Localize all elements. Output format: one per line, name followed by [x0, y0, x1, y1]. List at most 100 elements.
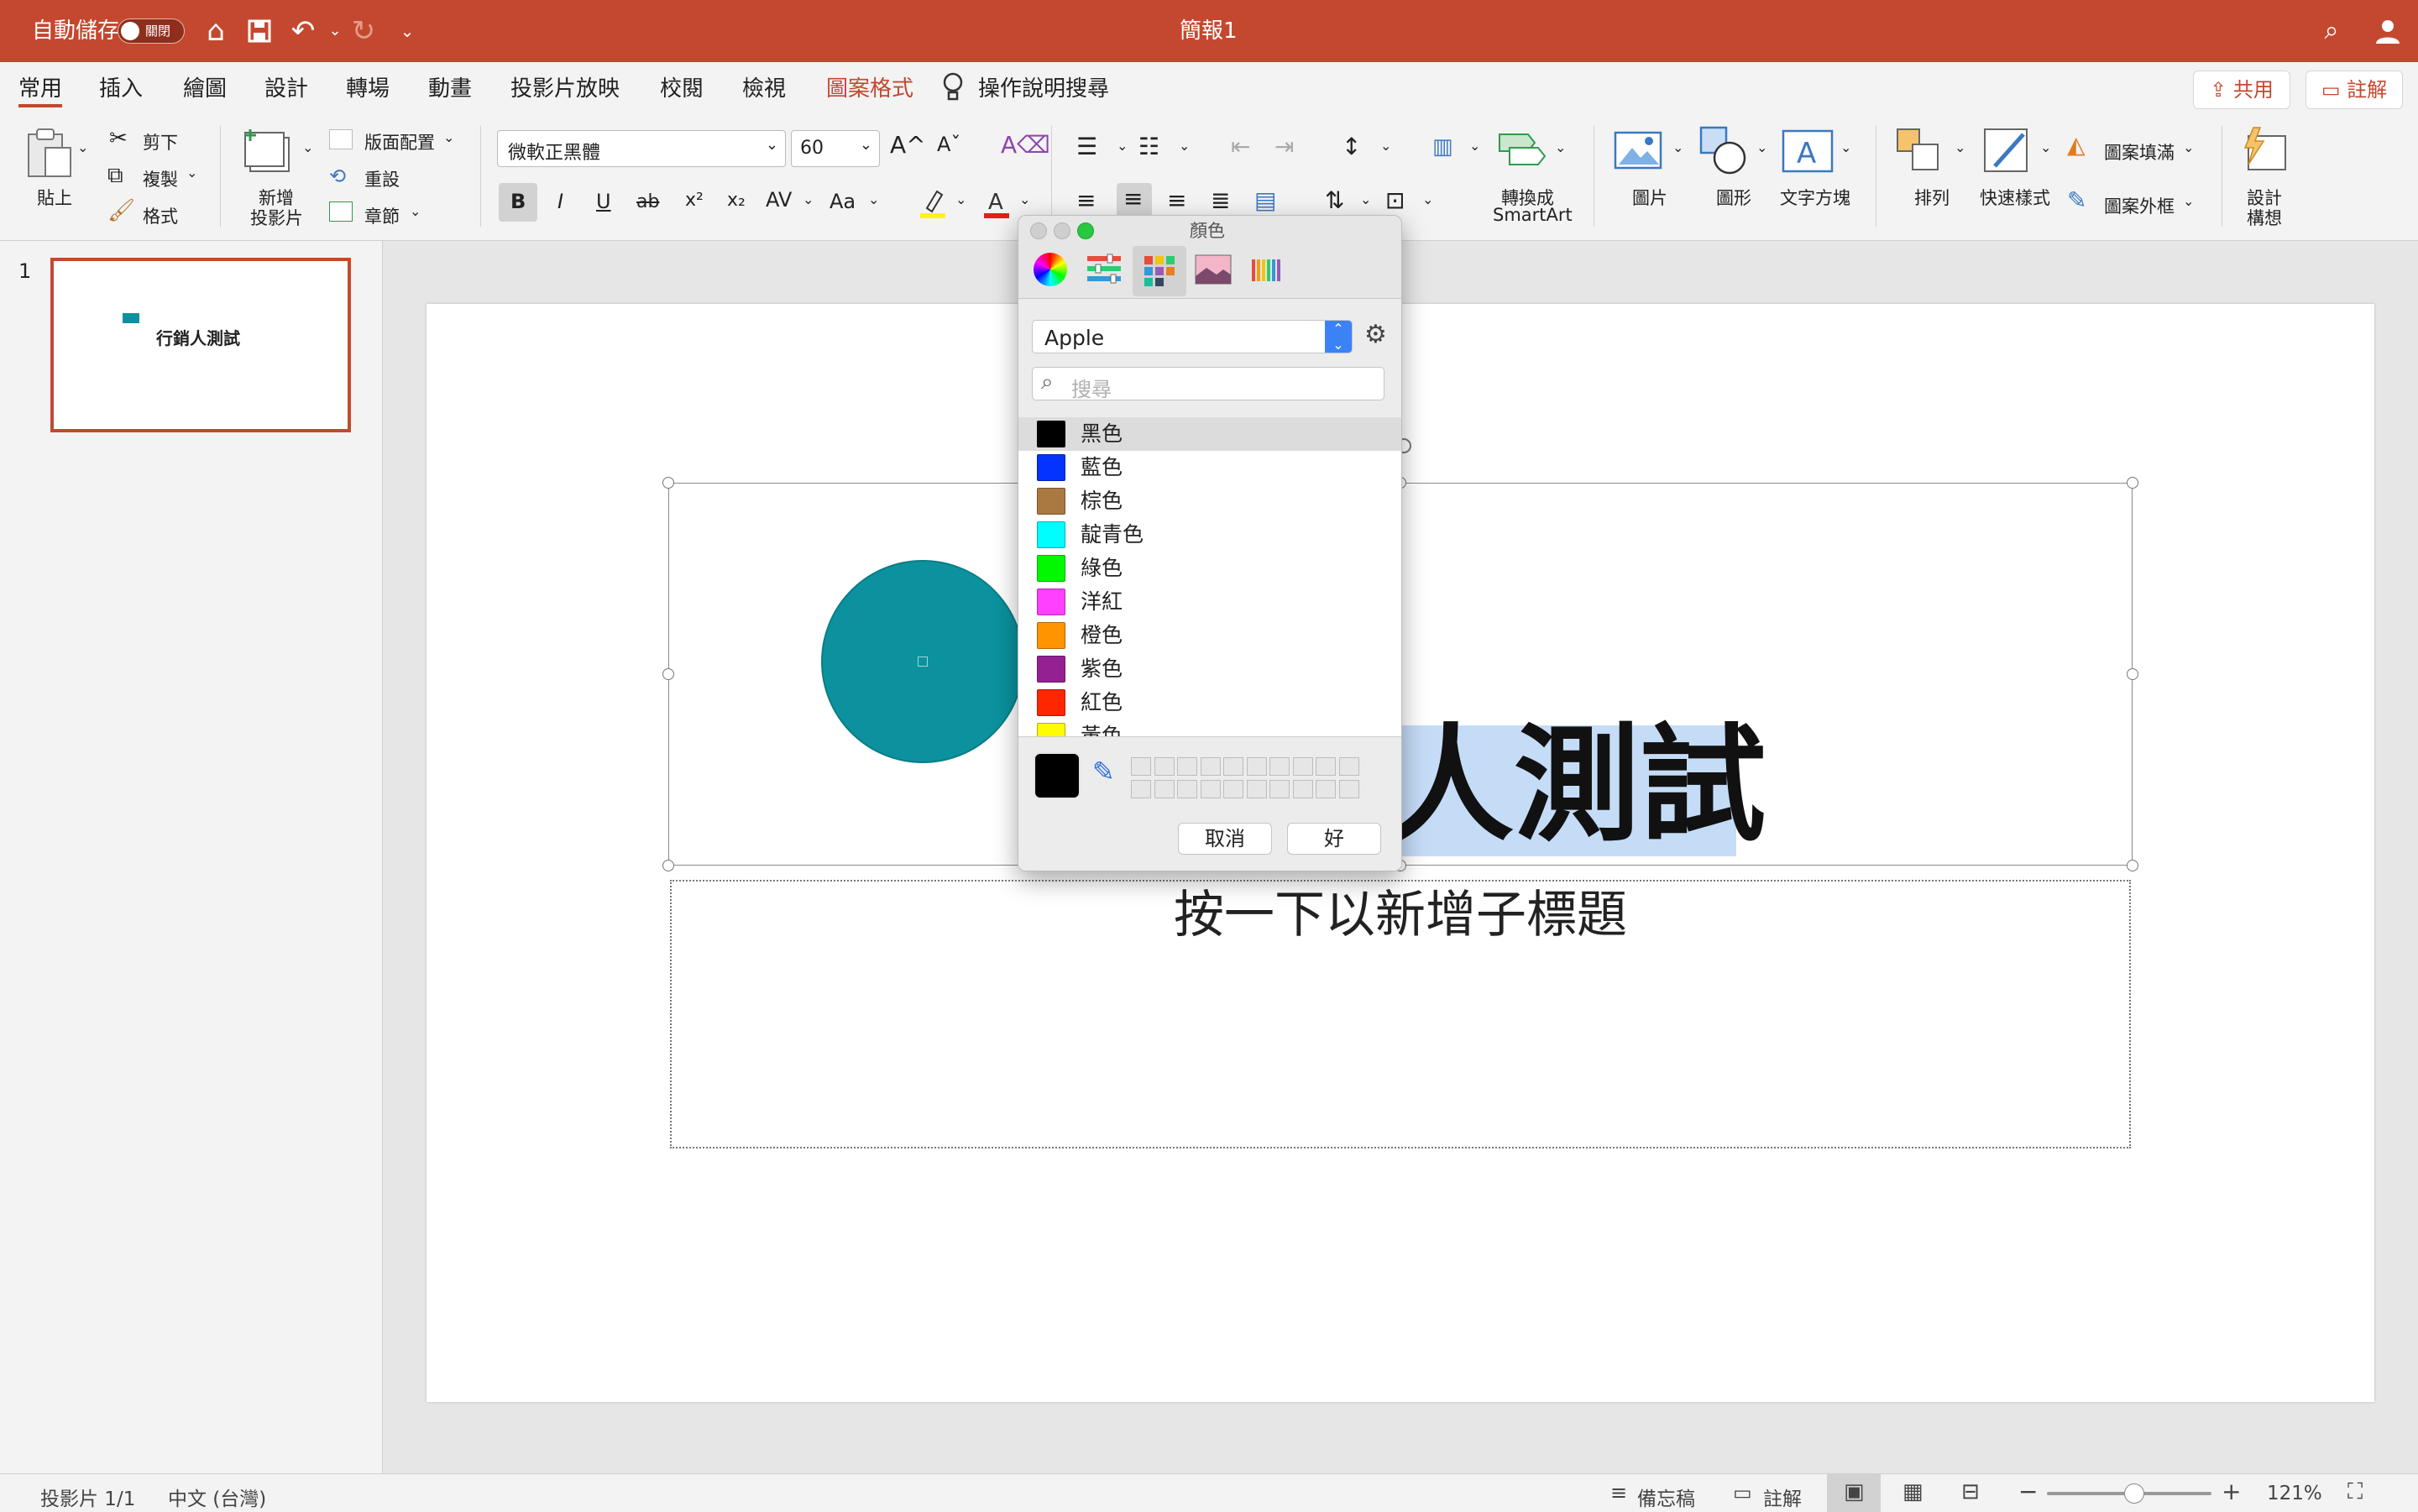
shapes-icon[interactable] [1699, 126, 1750, 176]
reset-icon[interactable]: ⟲ [329, 166, 353, 186]
custom-swatch-slot[interactable] [1200, 780, 1221, 798]
picture-dropdown-icon[interactable]: ⌄ [1672, 139, 1683, 155]
section-dropdown-icon[interactable]: ⌄ [410, 203, 421, 219]
copy-button[interactable]: 複製 [143, 166, 178, 191]
custom-swatch-slot[interactable] [1154, 780, 1175, 798]
textbox-icon[interactable]: A [1782, 129, 1834, 173]
color-list-item[interactable]: 橙色 [1018, 619, 1401, 652]
new-slide-icon[interactable] [242, 126, 296, 176]
customize-toolbar-icon[interactable]: ⌄ [391, 15, 423, 47]
slide-title-text[interactable]: 人測試 [1388, 719, 1766, 853]
distributed-icon[interactable]: ▤ [1254, 186, 1276, 214]
custom-swatch-slot[interactable] [1269, 757, 1290, 776]
shape-fill-icon[interactable]: ◭ [2067, 131, 2086, 159]
columns-dropdown-icon[interactable]: ⌄ [1469, 138, 1480, 154]
case-dropdown-icon[interactable]: ⌄ [868, 191, 879, 207]
custom-swatch-slot[interactable] [1338, 780, 1359, 798]
smartart-icon[interactable] [1496, 128, 1548, 173]
save-icon[interactable] [243, 15, 275, 47]
color-picker-dialog[interactable]: 顏色 Apple ⌃⌄ ⚙ ⌕ 搜尋 黑色藍色棕色靛青色綠色洋紅橙色紫色紅色黃色… [1018, 215, 1402, 871]
color-list-item[interactable]: 洋紅 [1018, 585, 1401, 619]
comments-button[interactable]: ▭ 註解 [2305, 71, 2403, 109]
resize-handle[interactable] [2127, 860, 2138, 871]
color-sliders-tab-icon[interactable] [1086, 253, 1123, 286]
section-button[interactable]: 章節 [364, 203, 400, 228]
highlight-dropdown-icon[interactable]: ⌄ [955, 191, 966, 207]
custom-swatch-slot[interactable] [1200, 757, 1221, 776]
font-size-select[interactable]: 60 ⌄ [791, 130, 880, 167]
gear-icon[interactable]: ⚙ [1364, 320, 1387, 349]
resize-handle[interactable] [662, 860, 674, 871]
share-button[interactable]: ⇪ 共用 [2193, 71, 2290, 109]
paste-icon[interactable] [25, 126, 76, 180]
quick-styles-button[interactable]: 快速樣式 [1980, 185, 2050, 210]
undo-icon[interactable]: ↶ [287, 15, 319, 47]
text-direction-icon[interactable]: ⇅ [1325, 186, 1344, 214]
custom-swatch-slot[interactable] [1246, 780, 1267, 798]
arrange-dropdown-icon[interactable]: ⌄ [1955, 139, 1965, 155]
smartart-label-2[interactable]: SmartArt [1493, 205, 1573, 225]
custom-swatch-slot[interactable] [1177, 780, 1197, 798]
columns-icon[interactable]: ▥ [1432, 134, 1453, 160]
bold-button[interactable]: B [499, 183, 537, 222]
character-spacing-button[interactable]: AV [766, 188, 792, 212]
close-icon[interactable] [1030, 222, 1047, 239]
align-text-dropdown-icon[interactable]: ⌄ [1422, 191, 1433, 207]
custom-swatch-slot[interactable] [1177, 757, 1197, 776]
color-list-item[interactable]: 靛青色 [1018, 518, 1401, 552]
shape-fill-button[interactable]: 圖案填滿 [2104, 139, 2175, 165]
designer-icon[interactable] [2240, 126, 2289, 175]
change-case-button[interactable]: Aa [830, 190, 856, 213]
cancel-button[interactable]: 取消 [1178, 823, 1272, 855]
zoom-level[interactable]: 121% [2267, 1483, 2322, 1504]
grow-font-button[interactable]: A^ [890, 131, 926, 159]
layout-button[interactable]: 版面配置 [364, 129, 435, 154]
slide-sorter-icon[interactable]: ▦ [1902, 1479, 1923, 1504]
notes-button[interactable]: 備忘稿 [1637, 1483, 1695, 1511]
bullets-icon[interactable]: ☰ [1076, 133, 1097, 160]
current-color-well[interactable] [1034, 752, 1081, 799]
comments-status-button[interactable]: 註解 [1763, 1483, 1802, 1511]
format-painter-icon[interactable]: 🖌 [107, 198, 135, 223]
arrange-icon[interactable] [1896, 128, 1944, 175]
textbox-dropdown-icon[interactable]: ⌄ [1840, 139, 1851, 155]
tab-shape-format[interactable]: 圖案格式 [826, 74, 913, 104]
copy-dropdown-icon[interactable]: ⌄ [186, 165, 197, 180]
resize-handle[interactable] [662, 477, 674, 489]
shapes-dropdown-icon[interactable]: ⌄ [1756, 139, 1767, 155]
tab-review[interactable]: 校閱 [660, 74, 704, 104]
undo-dropdown-icon[interactable]: ⌄ [319, 15, 351, 47]
font-name-select[interactable]: 微軟正黑體 ⌄ [497, 130, 786, 167]
custom-swatch-slot[interactable] [1269, 780, 1290, 798]
layout-icon[interactable] [329, 129, 353, 149]
textbox-button[interactable]: 文字方塊 [1780, 185, 1850, 210]
comment-icon[interactable]: ▭ [1733, 1481, 1752, 1504]
spacing-dropdown-icon[interactable]: ⌄ [803, 191, 814, 207]
resize-handle[interactable] [2127, 477, 2138, 489]
pencils-tab-icon[interactable] [1250, 253, 1284, 286]
highlight-icon[interactable] [919, 186, 947, 220]
strikethrough-button[interactable]: ab [636, 191, 659, 212]
custom-swatch-slot[interactable] [1292, 780, 1313, 798]
italic-button[interactable]: I [557, 190, 563, 213]
eyedropper-icon[interactable]: ✎ [1092, 756, 1115, 787]
quick-styles-dropdown-icon[interactable]: ⌄ [2040, 139, 2051, 155]
line-spacing-dropdown-icon[interactable]: ⌄ [1380, 138, 1391, 154]
account-icon[interactable] [2369, 15, 2401, 47]
align-left-icon[interactable]: ≡ [1076, 186, 1096, 214]
font-color-icon[interactable]: A [982, 186, 1011, 220]
color-list-item[interactable]: 棕色 [1018, 484, 1401, 518]
tab-design[interactable]: 設計 [264, 74, 308, 104]
color-list-item[interactable]: 綠色 [1018, 552, 1401, 585]
custom-swatch-slot[interactable] [1154, 757, 1175, 776]
ok-button[interactable]: 好 [1287, 823, 1381, 855]
custom-swatch-slot[interactable] [1246, 757, 1267, 776]
slide-thumbnail[interactable]: 行銷人測試 [50, 258, 351, 432]
copy-icon[interactable]: ⧉ [107, 163, 123, 189]
custom-swatch-slot[interactable] [1131, 780, 1151, 798]
scissors-icon[interactable]: ✂ [109, 126, 128, 151]
paste-dropdown-icon[interactable]: ⌄ [77, 139, 88, 155]
zoom-slider-knob[interactable] [2124, 1483, 2144, 1504]
new-slide-label-2[interactable]: 投影片 [250, 205, 303, 230]
color-palettes-tab[interactable] [1133, 246, 1186, 296]
